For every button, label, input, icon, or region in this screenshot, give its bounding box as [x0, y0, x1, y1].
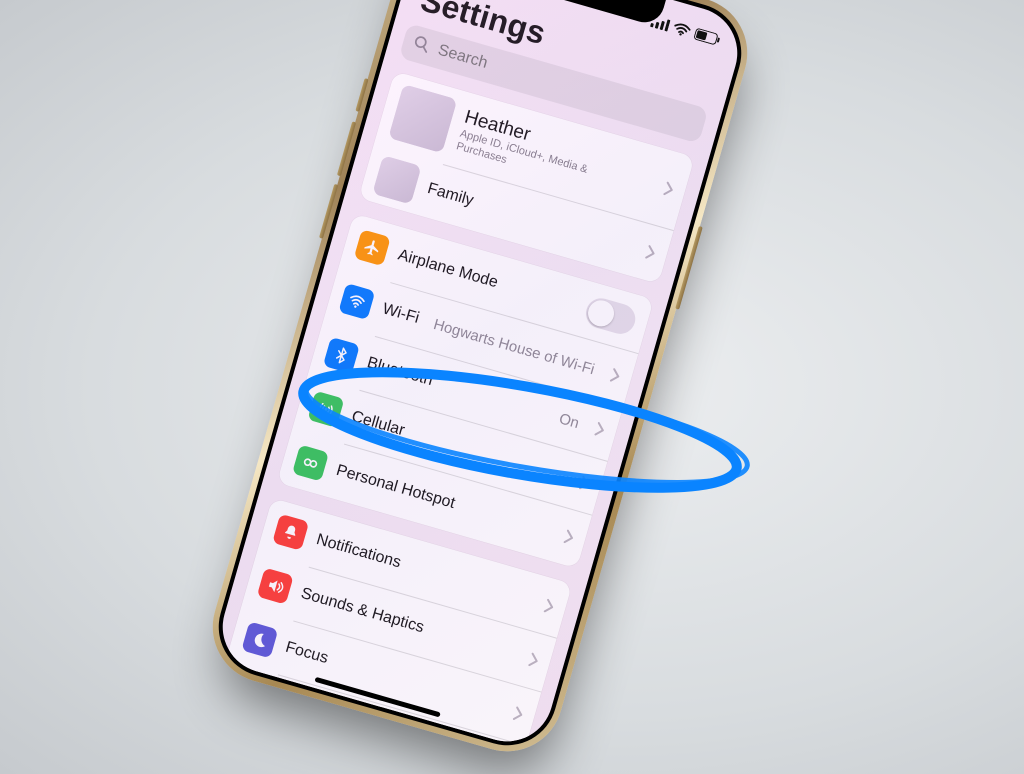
chevron-right-icon [528, 652, 540, 668]
focus-icon [241, 621, 278, 658]
search-icon [410, 33, 431, 58]
family-avatar [372, 155, 421, 204]
phone-frame: 4:25 [199, 0, 760, 765]
bluetooth-label: Bluetooth [365, 354, 435, 390]
bluetooth-detail: On [557, 410, 583, 432]
airplane-toggle[interactable] [582, 295, 638, 338]
wifi-settings-icon [338, 283, 375, 320]
bluetooth-icon [323, 337, 360, 374]
chevron-right-icon [563, 529, 575, 545]
avatar [388, 84, 457, 153]
airplane-label: Airplane Mode [396, 247, 500, 293]
focus-label: Focus [283, 639, 330, 668]
screen: 4:25 [212, 0, 748, 752]
wifi-icon [672, 22, 692, 38]
cellular-icon [307, 391, 344, 428]
family-label: Family [425, 180, 475, 210]
chevron-right-icon [663, 181, 675, 197]
chevron-right-icon [594, 422, 606, 438]
notifications-icon [272, 514, 309, 551]
notifications-label: Notifications [314, 531, 403, 572]
hotspot-icon [292, 444, 329, 481]
chevron-right-icon [645, 245, 657, 261]
chevron-right-icon [543, 599, 555, 615]
photo-scene: 4:25 [0, 0, 1024, 774]
chevron-right-icon [579, 476, 591, 492]
chevron-right-icon [513, 706, 525, 722]
sounds-icon [257, 568, 294, 605]
airplane-icon [354, 229, 391, 266]
screen-time-icon [226, 675, 263, 712]
battery-icon [693, 28, 721, 47]
screen-time-label: Screen Time [268, 693, 359, 735]
chevron-right-icon [610, 368, 622, 384]
cellular-label: Cellular [349, 408, 406, 440]
wifi-label: Wi-Fi [380, 300, 421, 328]
